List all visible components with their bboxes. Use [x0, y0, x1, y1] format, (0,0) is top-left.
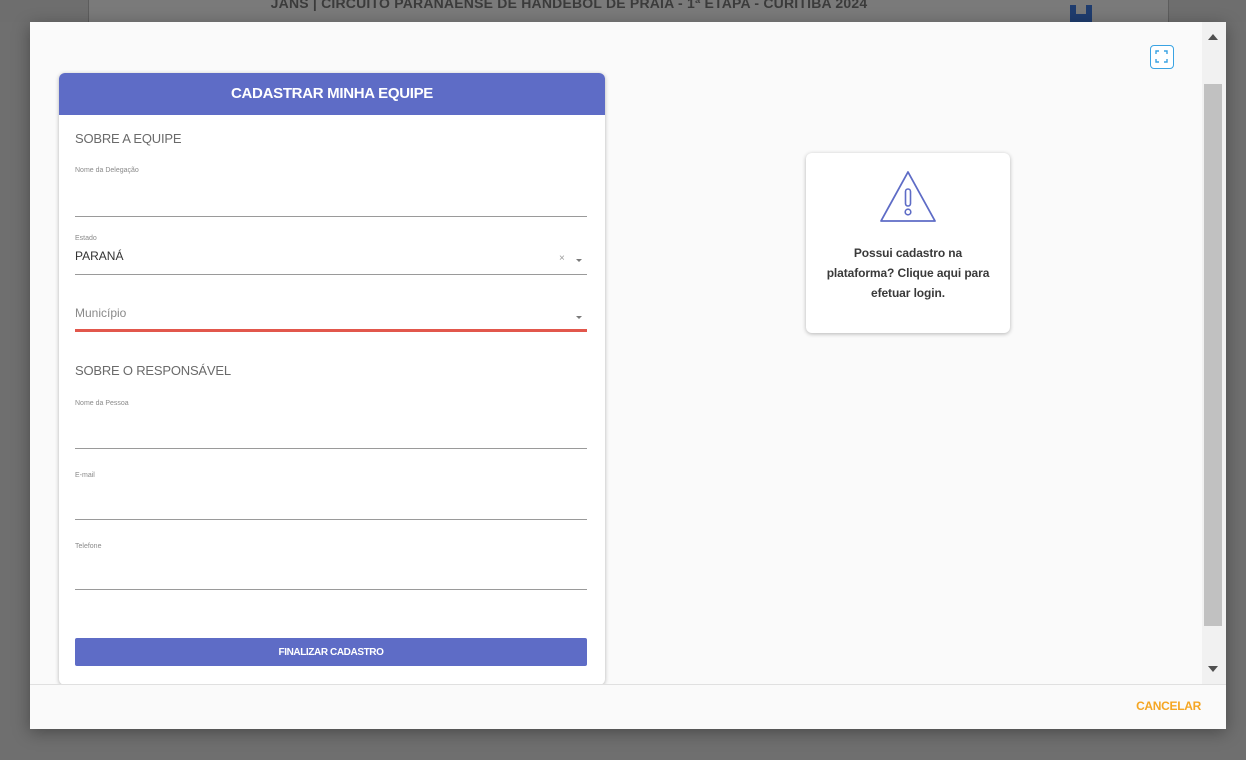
registration-dialog: CADASTRAR MINHA EQUIPE SOBRE A EQUIPE No… — [30, 22, 1226, 729]
clear-icon[interactable]: × — [559, 253, 565, 264]
cancel-button[interactable]: CANCELAR — [1136, 699, 1201, 713]
email-underline — [75, 519, 587, 520]
dialog-scrollbar[interactable] — [1202, 22, 1226, 684]
phone-label: Telefone — [75, 543, 102, 550]
municipality-select[interactable]: Município — [75, 306, 126, 320]
section-title-responsible: SOBRE O RESPONSÁVEL — [75, 363, 231, 378]
state-underline — [75, 274, 587, 275]
scroll-down-arrow-icon[interactable] — [1208, 666, 1218, 672]
municipality-error-underline — [75, 329, 587, 332]
login-prompt-text: Possui cadastro na plataforma? Clique aq… — [826, 246, 990, 300]
phone-underline — [75, 589, 587, 590]
background-logo-icon — [1070, 5, 1092, 22]
chevron-down-icon[interactable] — [576, 259, 582, 262]
dialog-footer: CANCELAR — [30, 684, 1226, 729]
email-label: E-mail — [75, 472, 95, 479]
delegation-name-label: Nome da Delegação — [75, 167, 139, 174]
form-header: CADASTRAR MINHA EQUIPE — [59, 73, 605, 115]
chevron-down-icon[interactable] — [576, 316, 582, 319]
login-prompt-card[interactable]: Possui cadastro na plataforma? Clique aq… — [806, 153, 1010, 333]
delegation-name-underline — [75, 216, 587, 217]
state-select[interactable]: PARANÁ — [75, 249, 123, 263]
background-event-card: JANS | CIRCUITO PARANAENSE DE HANDEBOL D… — [88, 0, 970, 22]
fullscreen-icon — [1155, 50, 1168, 63]
person-name-label: Nome da Pessoa — [75, 400, 129, 407]
warning-triangle-icon — [880, 171, 936, 222]
finalize-registration-button[interactable]: FINALIZAR CADASTRO — [75, 638, 587, 666]
person-name-input[interactable] — [75, 429, 587, 447]
background-event-title: JANS | CIRCUITO PARANAENSE DE HANDEBOL D… — [270, 0, 868, 11]
scroll-up-arrow-icon[interactable] — [1208, 34, 1218, 40]
register-team-form: CADASTRAR MINHA EQUIPE SOBRE A EQUIPE No… — [59, 73, 605, 684]
background-logo-card — [968, 0, 1169, 22]
delegation-name-input[interactable] — [75, 197, 587, 215]
section-title-team: SOBRE A EQUIPE — [75, 131, 182, 146]
state-label: Estado — [75, 235, 97, 242]
phone-input[interactable] — [75, 571, 587, 589]
person-name-underline — [75, 448, 587, 449]
email-input[interactable] — [75, 500, 587, 518]
dialog-content[interactable]: CADASTRAR MINHA EQUIPE SOBRE A EQUIPE No… — [30, 22, 1202, 684]
scrollbar-thumb[interactable] — [1204, 84, 1222, 626]
fullscreen-button[interactable] — [1150, 45, 1174, 69]
